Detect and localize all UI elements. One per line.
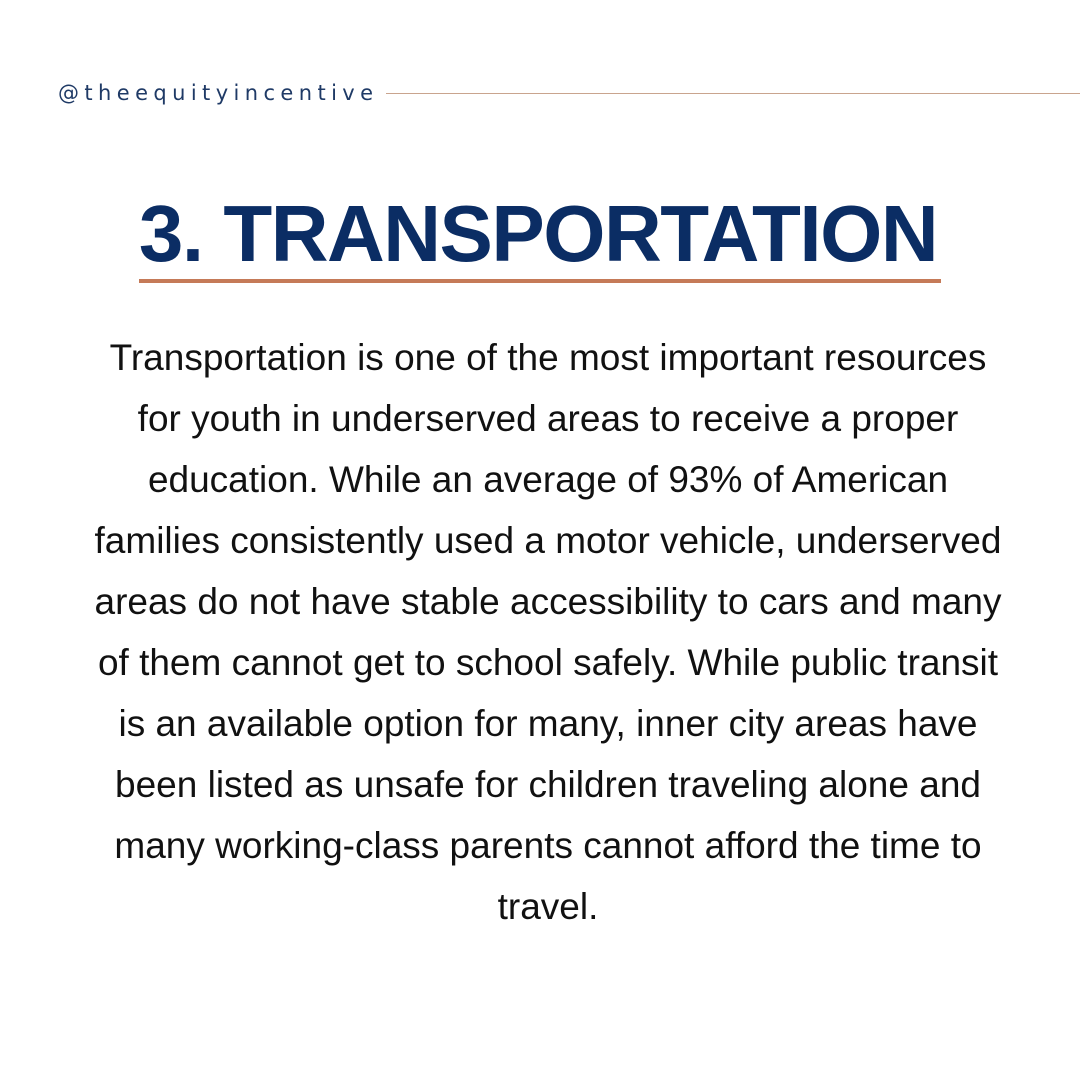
title-underline — [139, 279, 941, 283]
section-title: 3. TRANSPORTATION — [138, 189, 939, 278]
header-bar: @theequityincentive — [58, 78, 1080, 108]
section-paragraph: Transportation is one of the most import… — [94, 337, 1002, 927]
account-handle: @theequityincentive — [58, 81, 379, 105]
header-divider-line — [386, 92, 1080, 94]
